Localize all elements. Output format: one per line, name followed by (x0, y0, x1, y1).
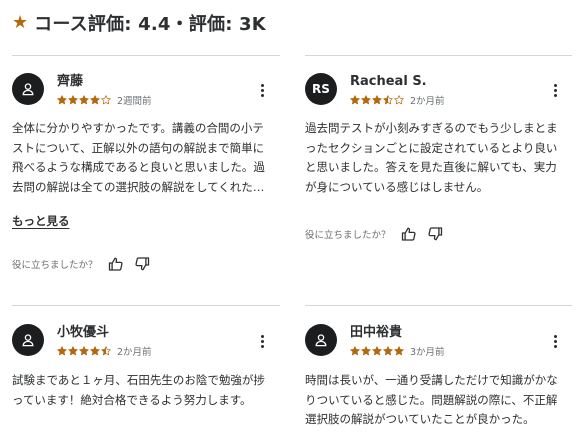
thumbs-up-icon[interactable] (108, 256, 124, 272)
star-full-icon (57, 346, 67, 356)
thumbs-down-icon[interactable] (134, 256, 150, 272)
person-icon (314, 333, 328, 347)
avatar (12, 324, 44, 356)
star-rating (350, 95, 405, 105)
star-rating (57, 346, 112, 356)
helpful-feedback: 役に立ちましたか？ (12, 256, 150, 272)
reviewer-info: RS Racheal S. 2か月前 (305, 73, 445, 107)
more-options-icon[interactable] (548, 333, 562, 349)
star-full-icon (79, 346, 89, 356)
helpful-question: 役に立ちましたか？ (305, 230, 391, 241)
review-date: 2週間前 (117, 96, 152, 107)
star-full-icon (79, 95, 89, 105)
reviewer-name: 齊藤 (57, 74, 84, 89)
star-full-icon (361, 95, 371, 105)
star-rating (350, 346, 405, 356)
reviewer-info: 小牧優斗 2か月前 (12, 324, 152, 358)
star-full-icon (57, 95, 67, 105)
review-text: 時間は長いが、一通り受講しただけで知識がかなりついていると感じた。問題解説の際に… (305, 373, 558, 426)
helpful-feedback: 役に立ちましたか？ (305, 226, 443, 242)
review-date: 2か月前 (117, 347, 152, 358)
star-rating (57, 95, 112, 105)
reviewer-info: 齊藤 2週間前 (12, 73, 152, 107)
review-date: 2か月前 (410, 96, 445, 107)
helpful-question: 役に立ちましたか？ (12, 260, 98, 271)
review-text: 全体に分かりやすかったです。講義の合間の小テストについて、正解以外の語句の解説ま… (12, 121, 265, 194)
review-divider (12, 55, 280, 56)
avatar: RS (305, 73, 337, 105)
star-half-icon (383, 95, 393, 105)
avatar (12, 73, 44, 105)
thumbs-down-icon[interactable] (427, 226, 443, 242)
course-rating-title: コース評価: 4.4・評価: 3K (34, 14, 266, 35)
review-divider (305, 55, 572, 56)
review-date: 3か月前 (410, 347, 445, 358)
star-full-icon (68, 346, 78, 356)
star-full-icon (90, 346, 100, 356)
reviewer-name: 小牧優斗 (57, 325, 110, 340)
star-full-icon (383, 346, 393, 356)
star-icon: ★ (12, 12, 29, 33)
review-text: 過去問テストが小刻みすぎるのでもう少しまとまったセクションごとに設定されていると… (305, 121, 558, 194)
star-full-icon (361, 346, 371, 356)
star-full-icon (90, 95, 100, 105)
star-full-icon (394, 346, 404, 356)
star-full-icon (350, 346, 360, 356)
more-options-icon[interactable] (255, 333, 269, 349)
person-icon (21, 82, 35, 96)
star-full-icon (372, 95, 382, 105)
star-full-icon (350, 95, 360, 105)
more-options-icon[interactable] (255, 82, 269, 98)
more-options-icon[interactable] (548, 82, 562, 98)
star-empty-icon (101, 95, 111, 105)
course-rating-header: ★ コース評価: 4.4・評価: 3K (12, 10, 266, 36)
star-half-icon (101, 346, 111, 356)
review-divider (305, 305, 572, 306)
reviewer-info: 田中裕貴 3か月前 (305, 324, 445, 358)
star-full-icon (68, 95, 78, 105)
star-full-icon (372, 346, 382, 356)
thumbs-up-icon[interactable] (401, 226, 417, 242)
person-icon (21, 333, 35, 347)
reviewer-name: 田中裕貴 (350, 325, 403, 340)
review-text: 試験まであと１ヶ月、石田先生のお陰で勉強が捗っています！絶対合格できるよう努力し… (12, 373, 265, 407)
review-divider (12, 305, 280, 306)
show-more-link[interactable]: もっと見る (12, 213, 70, 229)
reviewer-name: Racheal S. (350, 74, 427, 89)
avatar (305, 324, 337, 356)
star-empty-icon (394, 95, 404, 105)
